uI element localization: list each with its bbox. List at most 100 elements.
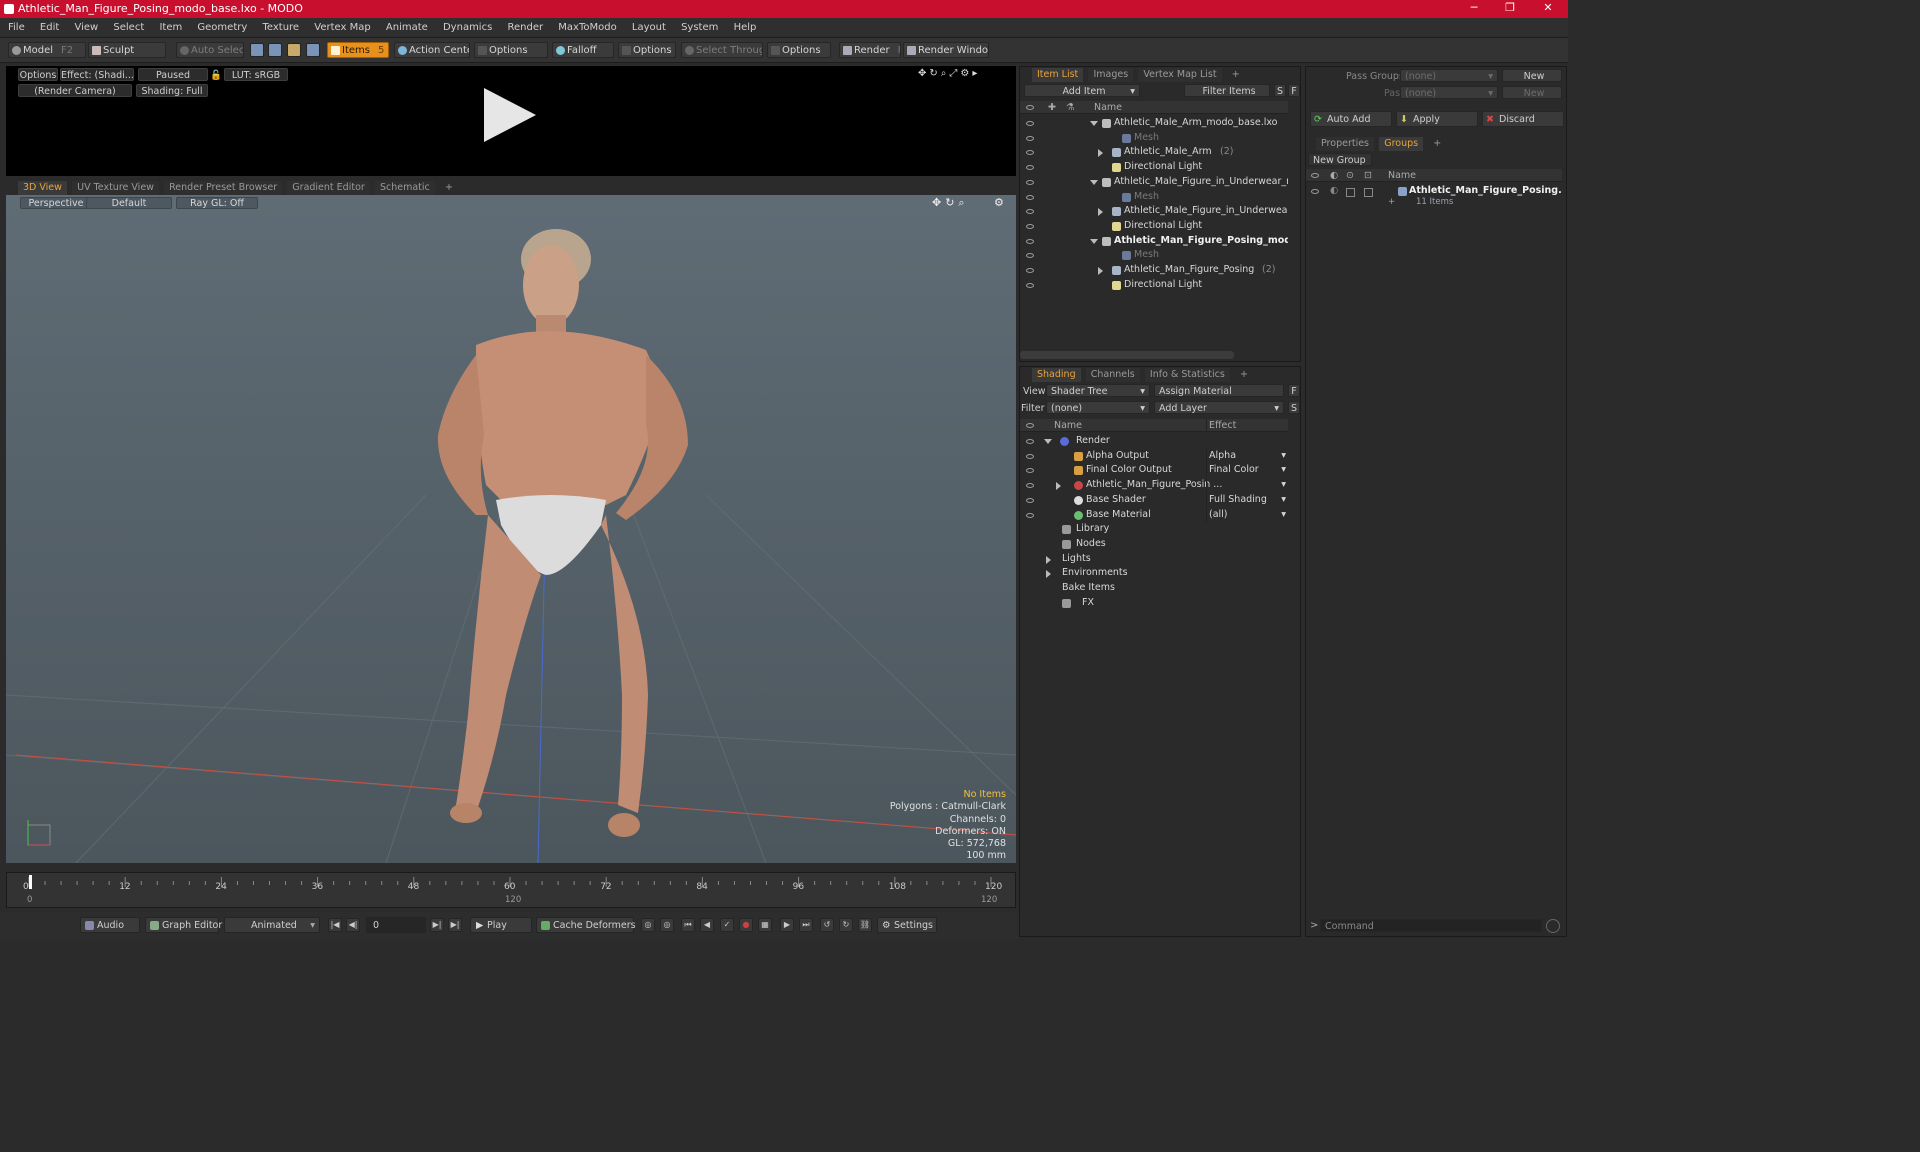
add-tab-icon[interactable]: +	[1227, 68, 1245, 82]
tab-item-list[interactable]: Item List	[1032, 68, 1084, 82]
item-row-scene[interactable]: Athletic_Man_Figure_Posing_mod ...	[1020, 234, 1288, 249]
menu-system[interactable]: System	[681, 18, 718, 38]
effect-dropdown[interactable]: Effect: (Shadi...	[60, 68, 134, 81]
menu-file[interactable]: File	[8, 18, 25, 38]
collapse-arrow-icon[interactable]	[1046, 555, 1051, 564]
shader-tree-dropdown[interactable]: Shader Tree ▾	[1046, 384, 1150, 397]
visibility-icon[interactable]	[1026, 512, 1034, 518]
3d-viewport[interactable]: Perspective Default Ray GL: Off ✥↻⌕ ⚙ No…	[6, 195, 1016, 863]
discard-button[interactable]: ✖ Discard	[1482, 111, 1564, 127]
collapse-arrow-icon[interactable]	[1046, 570, 1051, 579]
shading-dropdown[interactable]: Shading: Full	[136, 84, 208, 97]
polygons-mode-icon[interactable]	[287, 43, 301, 57]
s-toggle[interactable]: S	[1288, 401, 1300, 414]
auto-key-icon[interactable]: ◎	[660, 918, 674, 932]
collapse-arrow-icon[interactable]	[1098, 267, 1103, 275]
render-button[interactable]: RenderF9	[839, 42, 901, 58]
shader-row[interactable]: Base Shader Full Shading ▾	[1020, 492, 1288, 508]
animated-dropdown[interactable]: Animated ▾	[224, 917, 320, 933]
item-row-light[interactable]: Directional Light	[1020, 278, 1288, 293]
f-toggle[interactable]: F	[1288, 84, 1300, 97]
paused-toggle[interactable]: Paused	[138, 68, 208, 81]
collapse-arrow-icon[interactable]	[1098, 149, 1103, 158]
item-row-mesh[interactable]: Mesh	[1020, 190, 1288, 205]
shader-row[interactable]: Alpha Output Alpha ▾	[1020, 448, 1288, 464]
minimize-button[interactable]: ─	[1456, 1, 1492, 17]
expand-arrow-icon[interactable]	[1090, 179, 1098, 185]
shader-row[interactable]: FX	[1020, 596, 1288, 611]
shader-row[interactable]: Environments	[1020, 566, 1288, 581]
last-frame-icon[interactable]: ▶|	[448, 918, 462, 932]
tab-images[interactable]: Images	[1088, 68, 1134, 82]
tab-info-statistics[interactable]: Info & Statistics	[1144, 368, 1230, 382]
item-row-mesh[interactable]: Mesh	[1020, 248, 1288, 263]
visibility-icon[interactable]	[1026, 497, 1034, 503]
play-render-icon[interactable]	[484, 88, 536, 142]
next-frame-icon[interactable]: ▶|	[430, 918, 444, 932]
add-item-dropdown[interactable]: Add Item ▾	[1024, 84, 1140, 97]
passes-dropdown[interactable]: (none) ▾	[1400, 86, 1498, 99]
effect-dropdown[interactable]: Alpha ▾	[1206, 448, 1288, 463]
visibility-icon[interactable]	[1026, 453, 1034, 459]
vertices-mode-icon[interactable]	[250, 43, 264, 57]
auto-add-button[interactable]: ⟳ Auto Add	[1310, 111, 1392, 127]
visibility-icon[interactable]	[1026, 483, 1034, 489]
new-pass-group-button[interactable]: New	[1502, 69, 1562, 82]
tab-gradient-editor[interactable]: Gradient Editor	[287, 181, 370, 195]
lut-dropdown[interactable]: LUT: sRGB	[224, 68, 288, 81]
item-row-mesh[interactable]: Mesh	[1020, 131, 1288, 146]
prev-key-icon[interactable]: ◀|	[346, 918, 360, 932]
settings-button[interactable]: ⚙ Settings	[877, 917, 937, 933]
render-options-button[interactable]: Options	[18, 68, 58, 81]
visibility-icon[interactable]	[1026, 194, 1034, 200]
visibility-icon[interactable]	[1026, 179, 1034, 185]
select-through-options-button[interactable]: Options	[767, 42, 831, 58]
maximize-button[interactable]: ❐	[1492, 1, 1528, 17]
new-group-button[interactable]: New Group	[1308, 153, 1372, 166]
effect-dropdown[interactable]: ▾	[1206, 478, 1288, 493]
render-nav-icons[interactable]: ✥↻⌕⤢⚙▸	[918, 68, 980, 79]
action-center-button[interactable]: Action Center	[394, 42, 470, 58]
menu-maxtomodo[interactable]: MaxToModo	[558, 18, 616, 38]
visibility-icon[interactable]	[1026, 121, 1034, 126]
key-prev-icon[interactable]: ⏮	[681, 918, 695, 932]
menu-view[interactable]: View	[74, 18, 98, 38]
tab-channels[interactable]: Channels	[1085, 368, 1140, 382]
select-through-button[interactable]: Select Through	[681, 42, 763, 58]
shader-row[interactable]: Nodes	[1020, 537, 1288, 552]
visibility-icon[interactable]	[1026, 135, 1034, 141]
visibility-icon[interactable]	[1311, 189, 1319, 194]
menu-geometry[interactable]: Geometry	[197, 18, 247, 38]
render-window-button[interactable]: Render Window	[903, 42, 989, 58]
shader-row[interactable]: Athletic_Man_Figure_Posin ... ▾	[1020, 478, 1288, 493]
frame-input[interactable]: 0	[366, 917, 426, 933]
auto-select-button[interactable]: Auto Select	[176, 42, 244, 58]
shader-row[interactable]: Bake Items	[1020, 581, 1288, 596]
visibility-icon[interactable]	[1026, 223, 1034, 229]
add-layer-dropdown[interactable]: Add Layer ▾	[1154, 401, 1284, 414]
shader-row[interactable]: Base Material (all) ▾	[1020, 507, 1288, 523]
effect-dropdown[interactable]: Full Shading ▾	[1206, 492, 1288, 507]
item-row-scene[interactable]: Athletic_Male_Arm_modo_base.lxo	[1020, 116, 1288, 131]
key-next-icon[interactable]: ⏭	[799, 918, 813, 932]
shader-row[interactable]: Render	[1020, 434, 1288, 449]
edges-mode-icon[interactable]	[268, 43, 282, 57]
visibility-icon[interactable]	[1026, 282, 1034, 288]
tab-vertex-map-list[interactable]: Vertex Map List	[1138, 68, 1222, 82]
menu-edit[interactable]: Edit	[40, 18, 59, 38]
bounce-icon[interactable]: ↻	[839, 918, 853, 932]
menu-vertex-map[interactable]: Vertex Map	[314, 18, 370, 38]
falloff-options-button[interactable]: Options	[618, 42, 676, 58]
visibility-icon[interactable]	[1026, 150, 1034, 156]
visibility-icon[interactable]	[1026, 439, 1034, 444]
falloff-button[interactable]: Falloff	[552, 42, 614, 58]
tab-properties[interactable]: Properties	[1316, 137, 1375, 151]
expand-arrow-icon[interactable]	[1090, 238, 1098, 244]
visibility-icon[interactable]	[1026, 268, 1034, 273]
shader-row[interactable]: Final Color Output Final Color ▾	[1020, 463, 1288, 478]
visibility-icon[interactable]	[1026, 468, 1034, 474]
command-history-icon[interactable]	[1546, 919, 1560, 933]
visibility-icon[interactable]	[1026, 165, 1034, 171]
new-pass-button[interactable]: New	[1502, 86, 1562, 99]
menu-item[interactable]: Item	[159, 18, 182, 38]
